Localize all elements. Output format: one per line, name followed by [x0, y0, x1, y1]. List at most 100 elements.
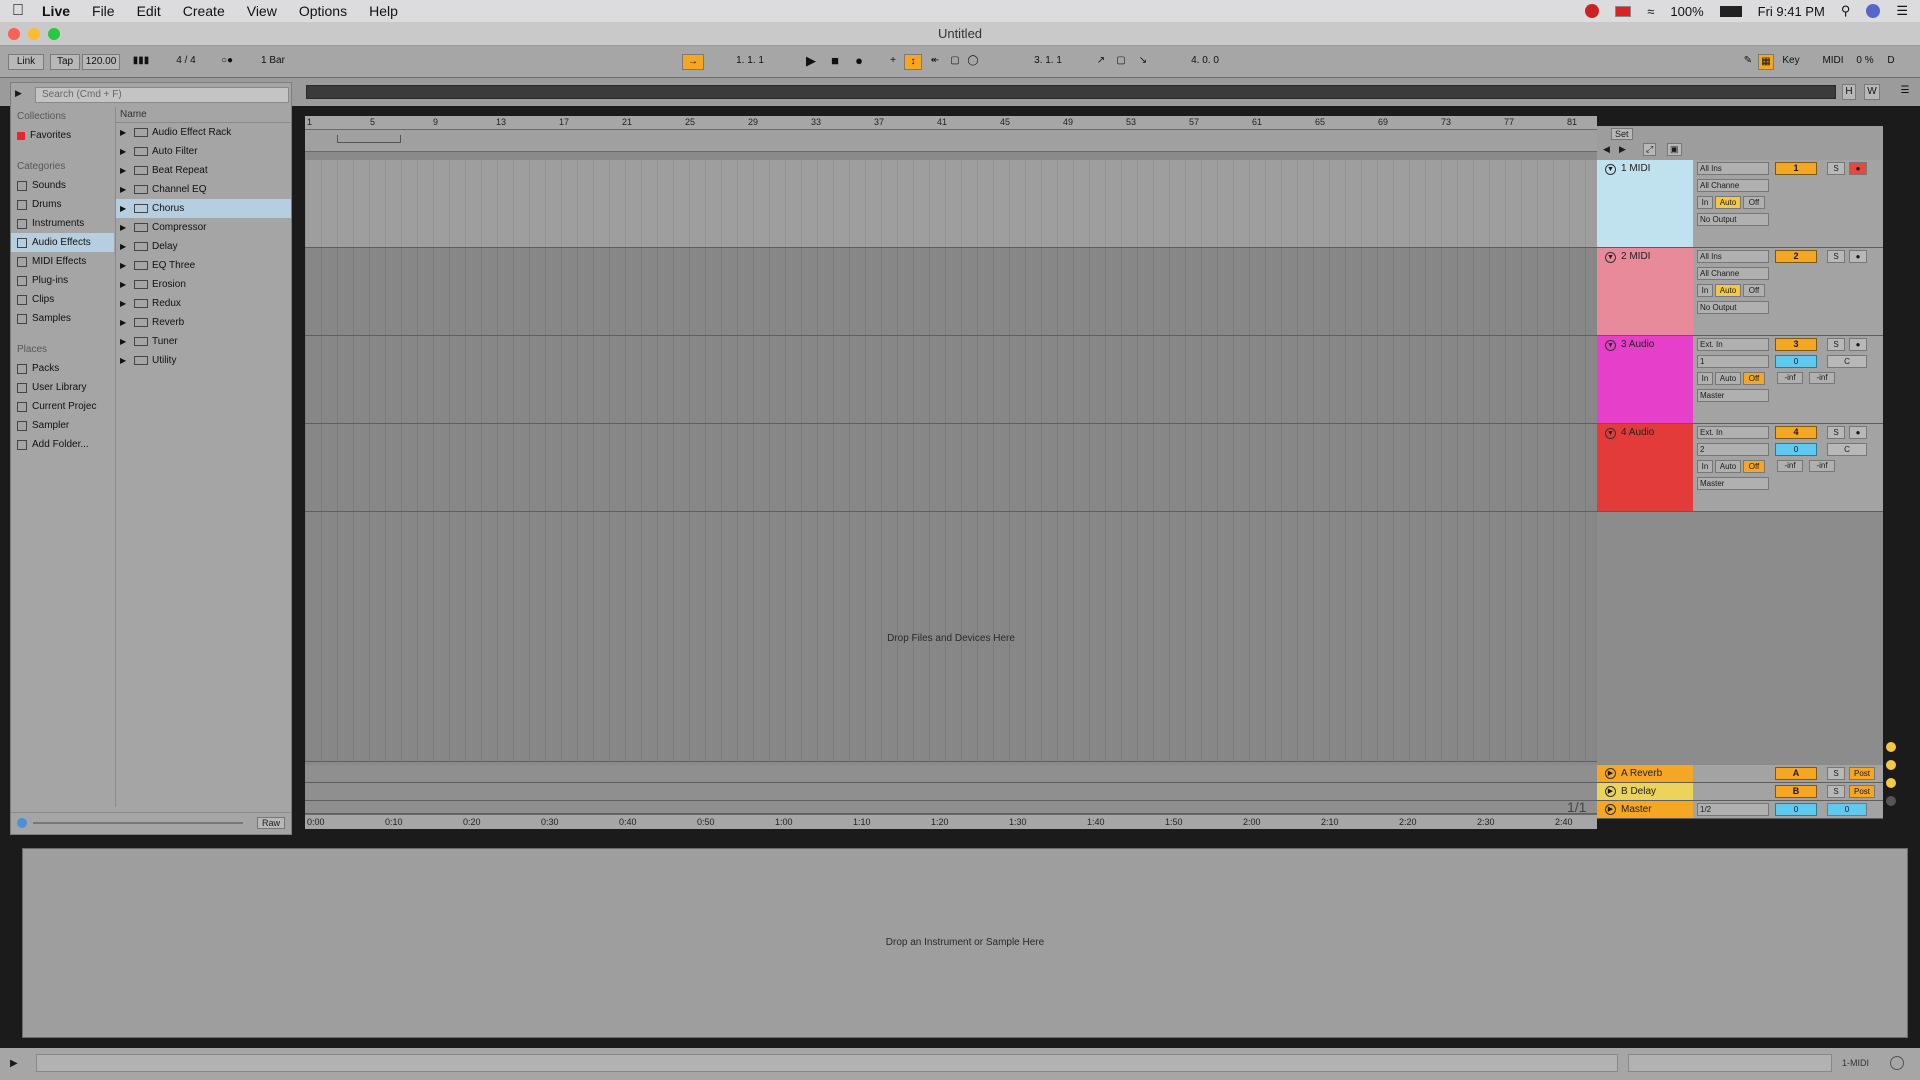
wifi-icon[interactable]: ≈ [1647, 4, 1654, 19]
menu-create[interactable]: Create [183, 3, 225, 19]
beat-time-ruler[interactable]: 1 5 9 13 17 21 25 29 33 37 41 45 49 53 5… [305, 116, 1597, 130]
list-item[interactable]: ▶ Beat Repeat [116, 161, 291, 180]
return-activator[interactable]: A [1775, 767, 1817, 780]
monitor-off-button[interactable]: Off [1743, 284, 1765, 297]
automation-arm-icon[interactable]: ↕ [904, 54, 922, 70]
notification-center-icon[interactable]: ☰ [1896, 3, 1908, 19]
menu-view[interactable]: View [247, 3, 277, 19]
sidebar-item-plug-ins[interactable]: Plug-ins [11, 271, 114, 290]
arm-button[interactable]: ● [1849, 426, 1867, 439]
sidebar-item-user-library[interactable]: User Library [11, 378, 114, 397]
siri-icon[interactable] [1866, 4, 1881, 18]
fold-icon[interactable]: ▼ [1605, 428, 1616, 439]
status-toggle-icon[interactable]: ▶ [10, 1058, 18, 1069]
sidebar-item-packs[interactable]: Packs [11, 359, 114, 378]
menu-app[interactable]: Live [42, 3, 70, 19]
device-view[interactable]: Drop an Instrument or Sample Here [22, 848, 1908, 1038]
list-item[interactable]: ▶ Delay [116, 237, 291, 256]
monitor-auto-button[interactable]: Auto [1715, 284, 1741, 297]
metronome-icon[interactable]: ○● [212, 54, 242, 70]
track-lane-4-audio[interactable] [305, 424, 1597, 512]
time-ruler[interactable]: 0:00 0:10 0:20 0:30 0:40 0:50 1:00 1:10 … [305, 814, 1597, 829]
pan-field[interactable]: C [1827, 443, 1867, 456]
track-title-bar[interactable]: ▼ 2 MIDI [1597, 248, 1693, 335]
tap-tempo-button[interactable]: Tap [50, 54, 80, 70]
prev-locator-icon[interactable]: ◀ [1603, 144, 1610, 155]
fold-icon[interactable]: ▼ [1605, 340, 1616, 351]
list-item[interactable]: ▶ Tuner [116, 332, 291, 351]
preview-volume-slider[interactable] [33, 822, 243, 824]
indicator-dot[interactable] [1886, 778, 1896, 788]
monitor-auto-button[interactable]: Auto [1715, 460, 1741, 473]
browser-search-input[interactable]: Search (Cmd + F) [35, 87, 289, 103]
monitor-in-button[interactable]: In [1697, 372, 1713, 385]
expand-icon[interactable]: ▶ [120, 332, 130, 351]
record-status-icon[interactable] [1585, 4, 1600, 18]
input-channel-select[interactable]: 2 [1697, 443, 1769, 456]
menu-file[interactable]: File [92, 3, 115, 19]
return-lane-b[interactable] [305, 783, 1597, 801]
audio-to-select[interactable]: Master [1697, 389, 1769, 402]
fold-icon[interactable]: ▶ [1605, 804, 1616, 815]
return-lane-a[interactable] [305, 765, 1597, 783]
spotlight-icon[interactable]: ⚲ [1841, 3, 1851, 19]
sidebar-item-instruments[interactable]: Instruments [11, 214, 114, 233]
solo-button[interactable]: S [1827, 426, 1845, 439]
expand-icon[interactable]: ▶ [120, 180, 130, 199]
track-name[interactable]: 3 Audio [1621, 339, 1654, 350]
master-lane[interactable] [305, 801, 1597, 814]
track-name[interactable]: 1 MIDI [1621, 163, 1650, 174]
key-map-button[interactable]: Key [1778, 54, 1804, 70]
play-icon[interactable]: ▶ [802, 54, 820, 70]
track-name[interactable]: Master [1621, 804, 1652, 815]
punch-in-icon[interactable]: ↗ [1092, 54, 1110, 70]
expand-icon[interactable]: ▶ [120, 237, 130, 256]
expand-icon[interactable]: ▶ [120, 313, 130, 332]
sidebar-item-clips[interactable]: Clips [11, 290, 114, 309]
record-icon[interactable]: ● [850, 54, 868, 70]
track-header-3-audio[interactable]: ▼ 3 Audio Ext. In 1 In Auto Off Master 3… [1597, 336, 1883, 424]
track-title-bar[interactable]: ▼ 1 MIDI [1597, 160, 1693, 247]
expand-icon[interactable]: ▶ [120, 294, 130, 313]
return-activator[interactable]: B [1775, 785, 1817, 798]
track-lane-1-midi[interactable] [305, 160, 1597, 248]
master-track[interactable]: ▶ Master 1/2 0 0 [1597, 801, 1883, 819]
apple-icon[interactable]:  [12, 2, 42, 20]
midi-map-button[interactable]: MIDI [1818, 54, 1848, 70]
cue-out-select[interactable]: 1/2 [1697, 803, 1769, 816]
expand-icon[interactable]: ▶ [120, 123, 130, 142]
track-header-2-midi[interactable]: ▼ 2 MIDI All Ins All Channe In Auto Off … [1597, 248, 1883, 336]
fold-icon[interactable]: ▶ [1605, 786, 1616, 797]
menu-help[interactable]: Help [369, 3, 398, 19]
track-title-bar[interactable]: ▶ B Delay [1597, 783, 1693, 800]
draw-mode-icon[interactable]: ✎ [1740, 54, 1756, 70]
audio-from-select[interactable]: Ext. In [1697, 338, 1769, 351]
sidebar-item-drums[interactable]: Drums [11, 195, 114, 214]
solo-button[interactable]: S [1827, 785, 1845, 798]
expand-icon[interactable]: ▶ [120, 218, 130, 237]
pan-field[interactable]: C [1827, 355, 1867, 368]
battery-icon[interactable] [1719, 5, 1742, 17]
overdub-icon[interactable]: + [884, 54, 902, 70]
monitor-off-button[interactable]: Off [1743, 196, 1765, 209]
list-item[interactable]: ▶ Redux [116, 294, 291, 313]
tempo-field[interactable]: 120.00 [82, 54, 120, 70]
post-button[interactable]: Post [1849, 767, 1875, 780]
quantize-menu[interactable]: 1 Bar [252, 54, 294, 70]
expand-icon[interactable]: ▶ [120, 142, 130, 161]
browser-toggle-icon[interactable]: ▶ [15, 88, 22, 99]
indicator-dot[interactable] [1886, 760, 1896, 770]
clock[interactable]: Fri 9:41 PM [1758, 4, 1825, 19]
sidebar-item-sounds[interactable]: Sounds [11, 176, 114, 195]
solo-button[interactable]: S [1827, 162, 1845, 175]
track-activator[interactable]: 2 [1775, 250, 1817, 263]
follow-button[interactable]: → [682, 54, 704, 70]
track-name[interactable]: A Reverb [1621, 768, 1662, 779]
indicator-dot[interactable] [1886, 742, 1896, 752]
input-channel-select[interactable]: 1 [1697, 355, 1769, 368]
arm-button[interactable]: ● [1849, 162, 1867, 175]
master-pan[interactable]: 0 [1827, 803, 1867, 816]
preview-icon[interactable] [17, 818, 27, 828]
volume-field[interactable]: 0 [1775, 443, 1817, 456]
volume-field[interactable]: 0 [1775, 355, 1817, 368]
